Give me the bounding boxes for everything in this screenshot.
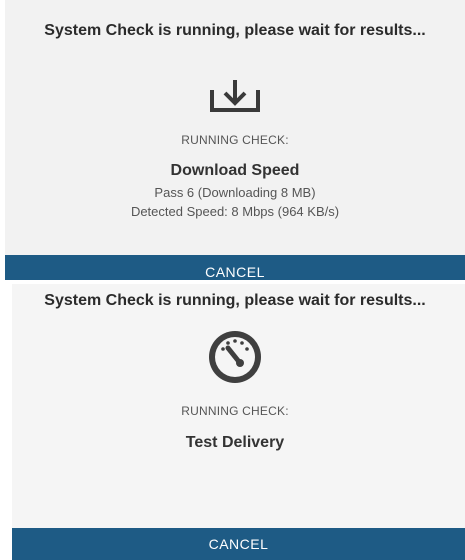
panel-heading: System Check is running, please wait for… bbox=[44, 22, 426, 39]
detected-speed-detail: Detected Speed: 8 Mbps (964 KB/s) bbox=[130, 204, 340, 219]
system-check-panel-delivery: System Check is running, please wait for… bbox=[12, 284, 465, 560]
check-pass-detail: Pass 6 (Downloading 8 MB) bbox=[154, 185, 316, 200]
cancel-button[interactable]: CANCEL bbox=[12, 528, 465, 560]
speedometer-gauge-icon bbox=[209, 331, 261, 383]
check-name: Test Delivery bbox=[185, 434, 285, 451]
cancel-button[interactable]: CANCEL bbox=[5, 255, 465, 280]
download-tray-icon bbox=[210, 80, 260, 112]
check-name: Download Speed bbox=[170, 162, 300, 179]
system-check-panel-download: System Check is running, please wait for… bbox=[5, 0, 465, 280]
running-check-label: RUNNING CHECK: bbox=[181, 133, 289, 147]
running-check-label: RUNNING CHECK: bbox=[181, 404, 289, 418]
panel-heading: System Check is running, please wait for… bbox=[44, 292, 426, 309]
